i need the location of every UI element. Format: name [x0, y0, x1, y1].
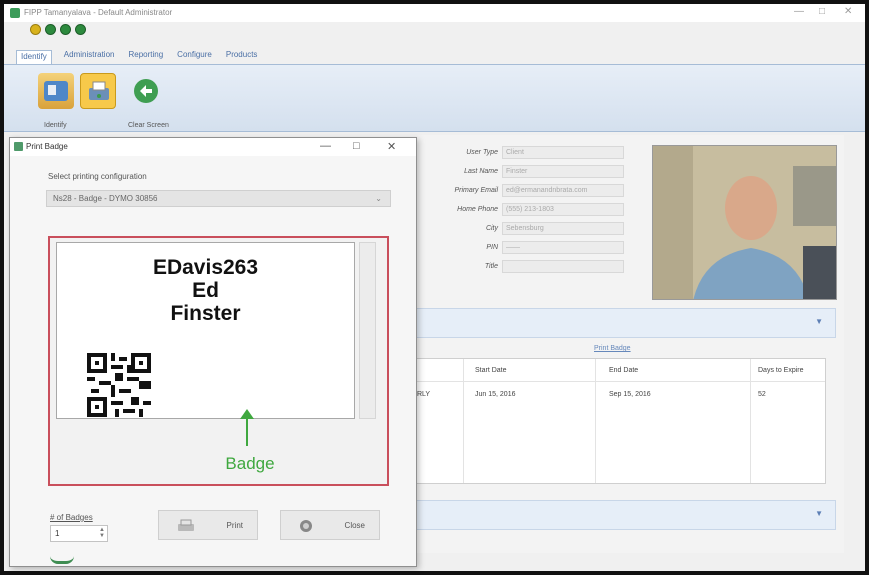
dialog-minimize-button[interactable]: — [320, 140, 331, 152]
clear-screen-icon [134, 79, 158, 103]
quick-access-toolbar [30, 24, 86, 38]
badge-count-value: 1 [55, 529, 60, 538]
field-last-name: Last Name Finster [432, 165, 624, 178]
identify-label: Identify [44, 122, 67, 129]
field-label: PIN [486, 244, 498, 251]
field-primary-email: Primary Email ed@ermanandnbrata.com [432, 184, 624, 197]
field-label: Primary Email [454, 187, 498, 194]
field-label: User Type [466, 149, 498, 156]
grid-divider [413, 381, 825, 382]
config-value: Ns28 - Badge - DYMO 30856 [53, 194, 158, 203]
print-badge-icon [89, 81, 109, 100]
primary-email-field[interactable]: ed@ermanandnbrata.com [502, 184, 624, 197]
collapsible-section[interactable]: ▼ [412, 308, 836, 338]
grid-divider [595, 359, 596, 483]
print-badge-ribbon-button[interactable] [80, 73, 116, 109]
tab-reporting[interactable]: Reporting [126, 50, 165, 64]
quick-access-icon[interactable] [60, 24, 71, 35]
dialog-maximize-button[interactable]: □ [353, 140, 360, 152]
field-title: Title [432, 260, 624, 273]
window-title: FIPP Tamanyalava - Default Administrator [24, 8, 173, 17]
tab-identify[interactable]: Identify [16, 50, 52, 64]
grid-cell: Sep 15, 2016 [609, 391, 651, 398]
field-city: City Sebensburg [432, 222, 624, 235]
maximize-button[interactable]: □ [819, 6, 825, 17]
pin-field[interactable]: —— [502, 241, 624, 254]
ribbon: Identify Clear Screen [4, 64, 865, 132]
user-type-select[interactable]: Client [502, 146, 624, 159]
close-window-button[interactable]: ✕ [844, 6, 852, 17]
chevron-down-icon[interactable]: ⌄ [375, 191, 382, 206]
print-button[interactable]: Print [158, 510, 258, 540]
ribbon-tabs: Identify Administration Reporting Config… [16, 50, 259, 64]
close-button[interactable]: Close [280, 510, 380, 540]
app-icon [10, 8, 20, 18]
quick-access-icon[interactable] [45, 24, 56, 35]
grid-divider [463, 359, 464, 483]
badge-count-stepper[interactable]: 1 ▲ ▼ [50, 525, 108, 542]
config-label: Select printing configuration [48, 172, 147, 181]
field-label: Home Phone [457, 206, 498, 213]
field-label: Last Name [464, 168, 498, 175]
badge-first-name: Ed [192, 279, 219, 302]
badge-scrollbar[interactable] [359, 242, 376, 419]
dialog-title-bar: Print Badge — □ ✕ [10, 138, 416, 156]
user-photo [652, 145, 837, 300]
tab-configure[interactable]: Configure [175, 50, 214, 64]
close-circle-icon [300, 520, 312, 532]
person-photo-icon [653, 146, 836, 299]
print-badge-link[interactable]: Print Badge [594, 345, 631, 352]
chevron-down-icon[interactable]: ▼ [815, 509, 823, 518]
chevron-down-icon[interactable]: ▼ [815, 317, 823, 326]
field-pin: PIN —— [432, 241, 624, 254]
clear-screen-label: Clear Screen [128, 122, 169, 129]
column-header[interactable]: Days to Expire [758, 367, 804, 374]
quick-access-icon[interactable] [75, 24, 86, 35]
qr-code-icon [87, 353, 151, 417]
dialog-title: Print Badge [26, 142, 68, 151]
printer-icon [178, 519, 194, 531]
dialog-app-icon [14, 142, 23, 151]
grid-divider [750, 359, 751, 483]
badge-grid: Start Date End Date Days to Expire RLY J… [412, 358, 826, 484]
grid-cell: 52 [758, 391, 766, 398]
title-bar: FIPP Tamanyalava - Default Administrator… [4, 4, 865, 22]
minimize-button[interactable]: — [794, 6, 804, 17]
badge-last-name: Finster [170, 302, 241, 325]
last-name-field[interactable]: Finster [502, 165, 624, 178]
printing-config-select[interactable]: Ns28 - Badge - DYMO 30856 ⌄ [46, 190, 391, 207]
grid-cell: RLY [417, 391, 431, 398]
field-home-phone: Home Phone (555) 213-1803 [432, 203, 624, 216]
city-field[interactable]: Sebensburg [502, 222, 624, 235]
tab-products[interactable]: Products [224, 50, 260, 64]
field-label: City [485, 225, 498, 232]
clear-screen-button[interactable] [128, 73, 164, 109]
home-phone-field[interactable]: (555) 213-1803 [502, 203, 624, 216]
identify-button[interactable] [38, 73, 74, 109]
tab-administration[interactable]: Administration [62, 50, 117, 64]
print-button-label: Print [226, 521, 243, 530]
print-badge-dialog: Print Badge — □ ✕ Select printing config… [9, 137, 417, 567]
quick-access-icon[interactable] [30, 24, 41, 35]
badge-preview-frame: EDavis263 Ed Finster Badge [48, 236, 389, 486]
spinner-arrows-icon[interactable]: ▲ ▼ [99, 527, 105, 539]
field-user-type: User Type Client [432, 146, 624, 159]
column-header[interactable]: Start Date [475, 367, 507, 374]
grid-cell: Jun 15, 2016 [475, 391, 516, 398]
dialog-close-button[interactable]: ✕ [387, 140, 396, 153]
badge-preview: EDavis263 Ed Finster [56, 242, 355, 419]
badge-count-label: # of Badges [50, 513, 93, 522]
badge-username: EDavis263 [152, 256, 259, 279]
title-field[interactable] [502, 260, 624, 273]
id-card-icon [44, 81, 68, 101]
collapsible-section[interactable]: ▼ [412, 500, 836, 530]
column-header[interactable]: End Date [609, 367, 638, 374]
badge-annotation: Badge [225, 454, 275, 473]
close-button-label: Close [344, 521, 365, 530]
annotation-arrow-line [246, 416, 248, 446]
field-label: Title [484, 263, 498, 270]
